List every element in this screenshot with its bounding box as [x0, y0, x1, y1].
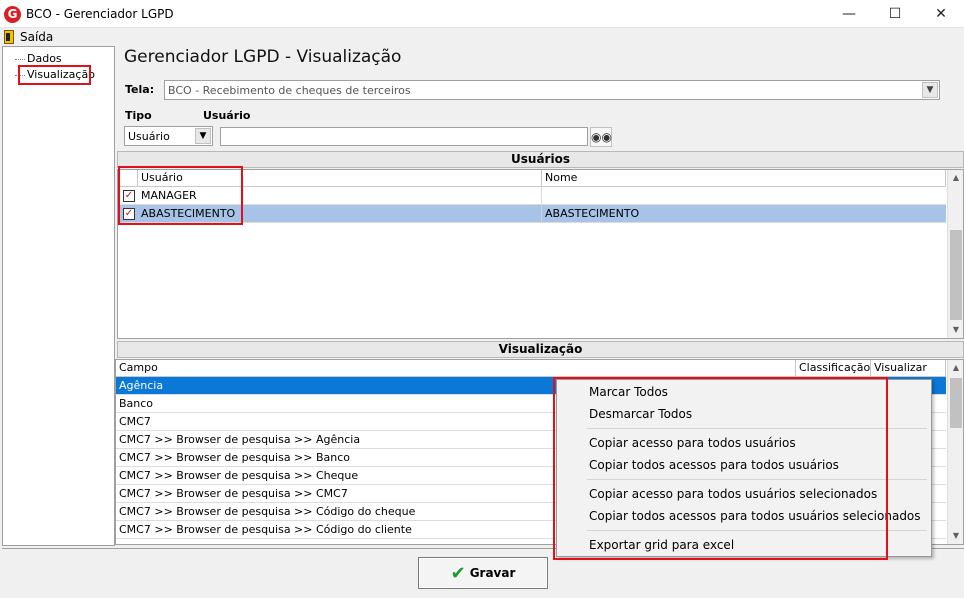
tela-label: Tela: [125, 83, 155, 96]
exit-menu-item[interactable]: Saída [20, 30, 53, 44]
checkmark-icon: ✔ [450, 563, 466, 584]
chevron-down-icon[interactable]: ▼ [922, 82, 938, 98]
page-title: Gerenciador LGPD - Visualização [124, 47, 402, 67]
tree-item-dados[interactable]: Dados [27, 52, 62, 65]
scroll-thumb[interactable] [950, 378, 962, 428]
tipo-value: Usuário [128, 130, 170, 143]
tipo-label: Tipo [125, 109, 152, 122]
user-name [542, 187, 946, 205]
usuario-input[interactable] [220, 127, 588, 146]
window-title: BCO - Gerenciador LGPD [26, 7, 174, 21]
tela-value: BCO - Recebimento de cheques de terceiro… [168, 84, 411, 97]
scroll-up-icon[interactable]: ▲ [948, 170, 963, 186]
vis-col-classificacao[interactable]: Classificação [796, 360, 871, 377]
users-section-header: Usuários [117, 151, 964, 168]
vis-col-visualizar[interactable]: Visualizar [871, 360, 946, 377]
menu-bar: Saída [0, 28, 964, 46]
users-col-nome[interactable]: Nome [542, 170, 946, 187]
chevron-down-icon[interactable]: ▼ [195, 128, 211, 144]
tela-select[interactable]: BCO - Recebimento de cheques de terceiro… [164, 80, 940, 100]
binoculars-search-icon[interactable]: ◉◉ [590, 127, 612, 147]
save-button[interactable]: ✔ Gravar [418, 557, 548, 589]
scroll-down-icon[interactable]: ▼ [948, 528, 963, 544]
users-scrollbar[interactable]: ▲ ▼ [947, 170, 963, 338]
tree-connector [15, 59, 25, 60]
app-logo-icon: G [4, 6, 21, 23]
exit-door-icon[interactable] [4, 30, 14, 44]
users-grid: Usuário Nome ✓ MANAGER ✓ ABASTECIMENTO A… [117, 169, 964, 339]
maximize-icon[interactable]: ☐ [872, 0, 918, 28]
navigation-tree: Dados Visualização [2, 46, 115, 546]
title-bar: G BCO - Gerenciador LGPD — ☐ ✕ [0, 0, 964, 28]
usuario-label: Usuário [203, 109, 251, 122]
scroll-thumb[interactable] [950, 230, 962, 320]
highlight-box-tree [18, 65, 91, 85]
save-button-label: Gravar [469, 566, 516, 580]
scroll-down-icon[interactable]: ▼ [948, 322, 963, 338]
highlight-box-users [118, 166, 243, 225]
scroll-up-icon[interactable]: ▲ [948, 360, 963, 376]
vis-col-campo[interactable]: Campo [116, 360, 796, 377]
minimize-icon[interactable]: — [826, 0, 872, 28]
user-name: ABASTECIMENTO [545, 207, 640, 220]
highlight-box-context-menu [553, 377, 888, 560]
visualization-section-header: Visualização [117, 341, 964, 358]
visualization-grid-header: Campo Classificação Visualizar [116, 360, 946, 377]
visualization-scrollbar[interactable]: ▲ ▼ [947, 360, 963, 544]
close-icon[interactable]: ✕ [918, 0, 964, 28]
tipo-select[interactable]: Usuário ▼ [124, 126, 213, 146]
